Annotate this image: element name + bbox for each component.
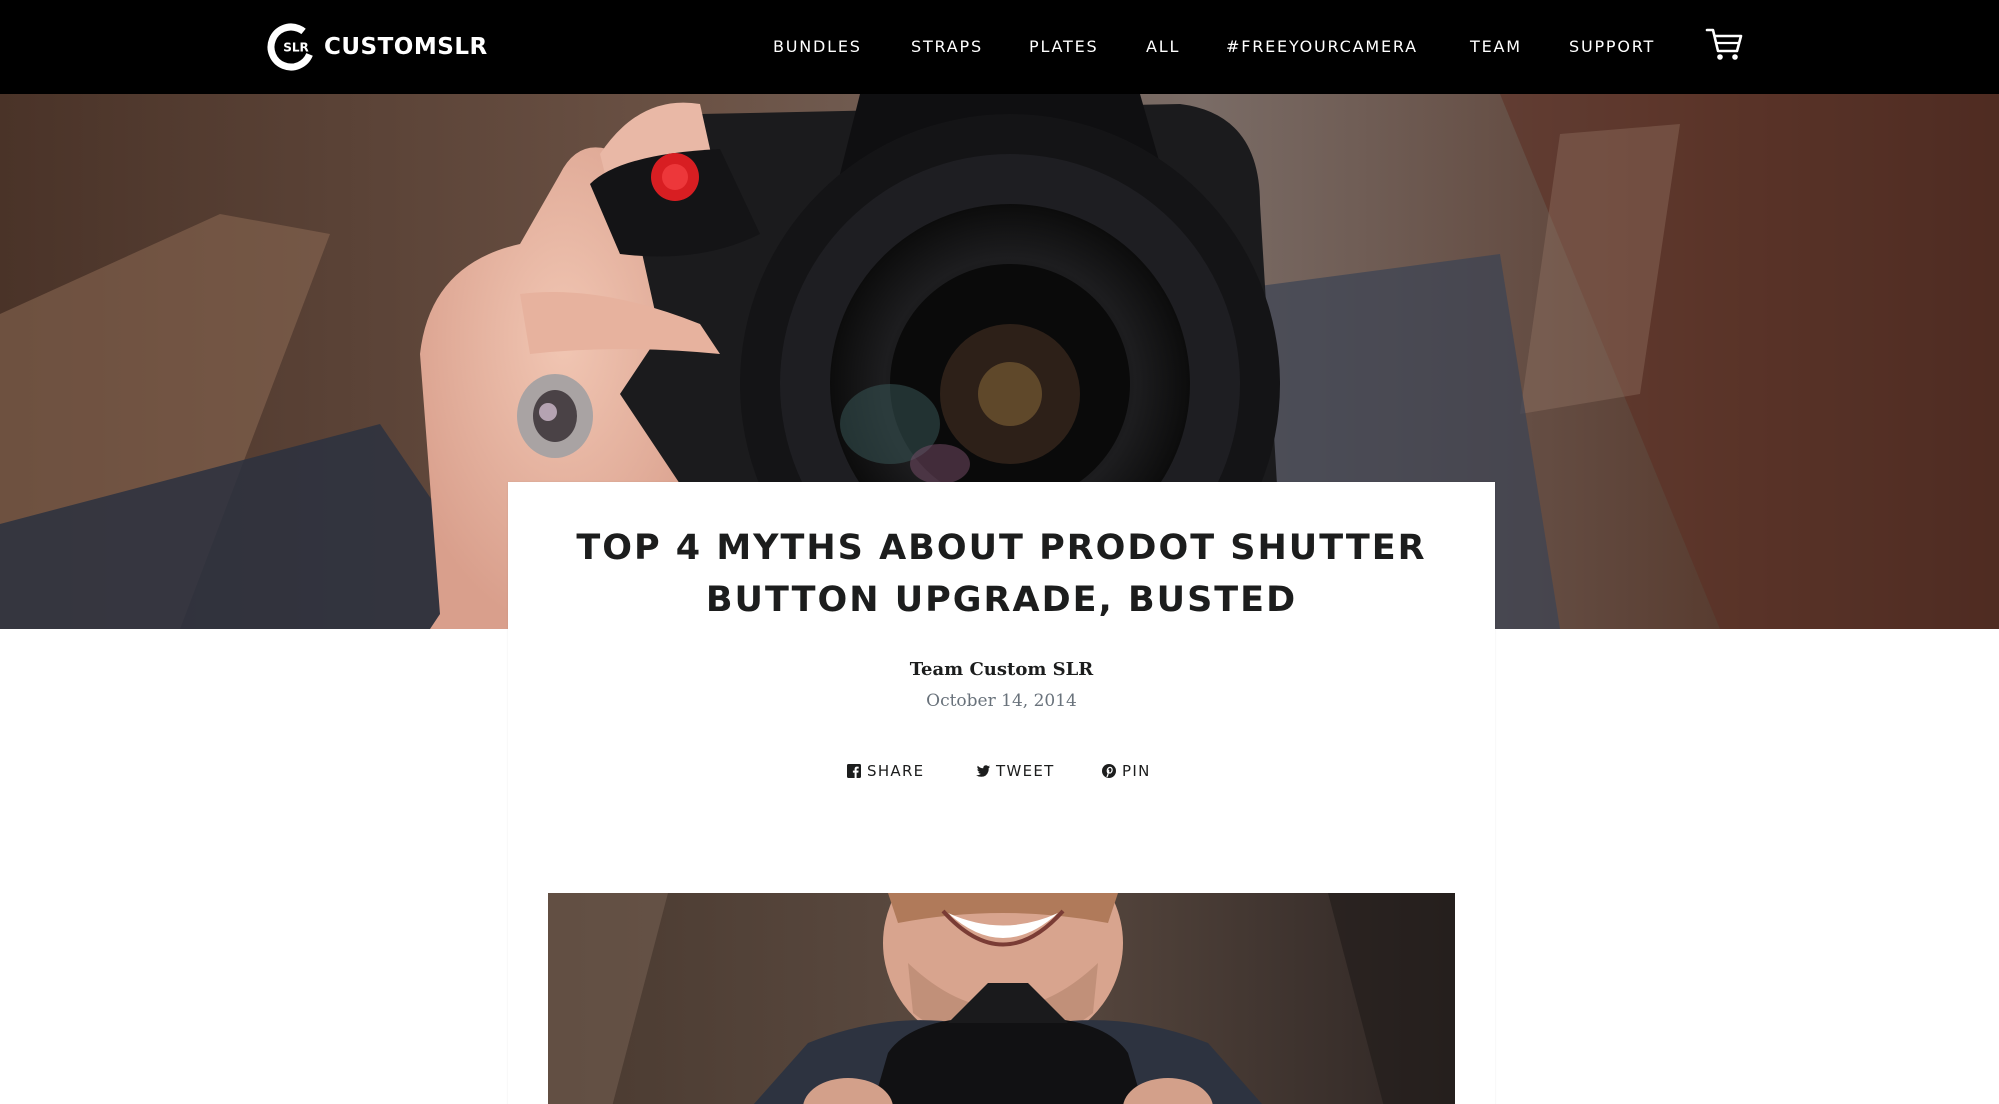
article-date: October 14, 2014 [926,691,1077,711]
cart-icon [1705,28,1743,60]
article-title: TOP 4 MYTHS ABOUT PRODOT SHUTTER BUTTON … [548,522,1455,626]
facebook-icon [847,764,861,778]
share-twitter-label: TWEET [996,762,1055,780]
twitter-icon [976,764,990,777]
share-facebook-label: SHARE [867,762,925,780]
article-title-line2: BUTTON UPGRADE, BUSTED [705,580,1298,620]
share-twitter-button[interactable]: TWEET [975,761,1055,781]
share-pinterest-label: PIN [1122,762,1151,780]
nav-bundles[interactable]: BUNDLES [773,36,862,58]
article-card: TOP 4 MYTHS ABOUT PRODOT SHUTTER BUTTON … [508,482,1495,1104]
logo-link[interactable]: SLR CUSTOMSLR [266,22,488,72]
cart-button[interactable] [1704,24,1744,64]
article-author: Team Custom SLR [909,659,1094,680]
share-pinterest-button[interactable]: PIN [1102,761,1151,781]
site-header: SLR CUSTOMSLR BUNDLES STRAPS PLATES ALL … [0,0,1999,94]
nav-plates[interactable]: PLATES [1029,36,1098,58]
logo-icon: SLR [267,23,315,71]
nav-straps[interactable]: STRAPS [911,36,983,58]
nav-freeyourcamera[interactable]: #FREEYOURCAMERA [1226,36,1418,58]
share-facebook-button[interactable]: SHARE [847,761,924,781]
logo-badge-text: SLR [283,41,309,55]
nav-all[interactable]: ALL [1146,36,1180,58]
article-image [548,893,1455,1104]
pinterest-icon [1102,764,1116,778]
nav-support[interactable]: SUPPORT [1569,36,1655,58]
article-title-line1: TOP 4 MYTHS ABOUT PRODOT SHUTTER [576,528,1427,568]
page: SLR CUSTOMSLR BUNDLES STRAPS PLATES ALL … [0,0,1999,1104]
logo-wordmark: CUSTOMSLR [324,34,488,60]
nav-team[interactable]: TEAM [1470,36,1522,58]
